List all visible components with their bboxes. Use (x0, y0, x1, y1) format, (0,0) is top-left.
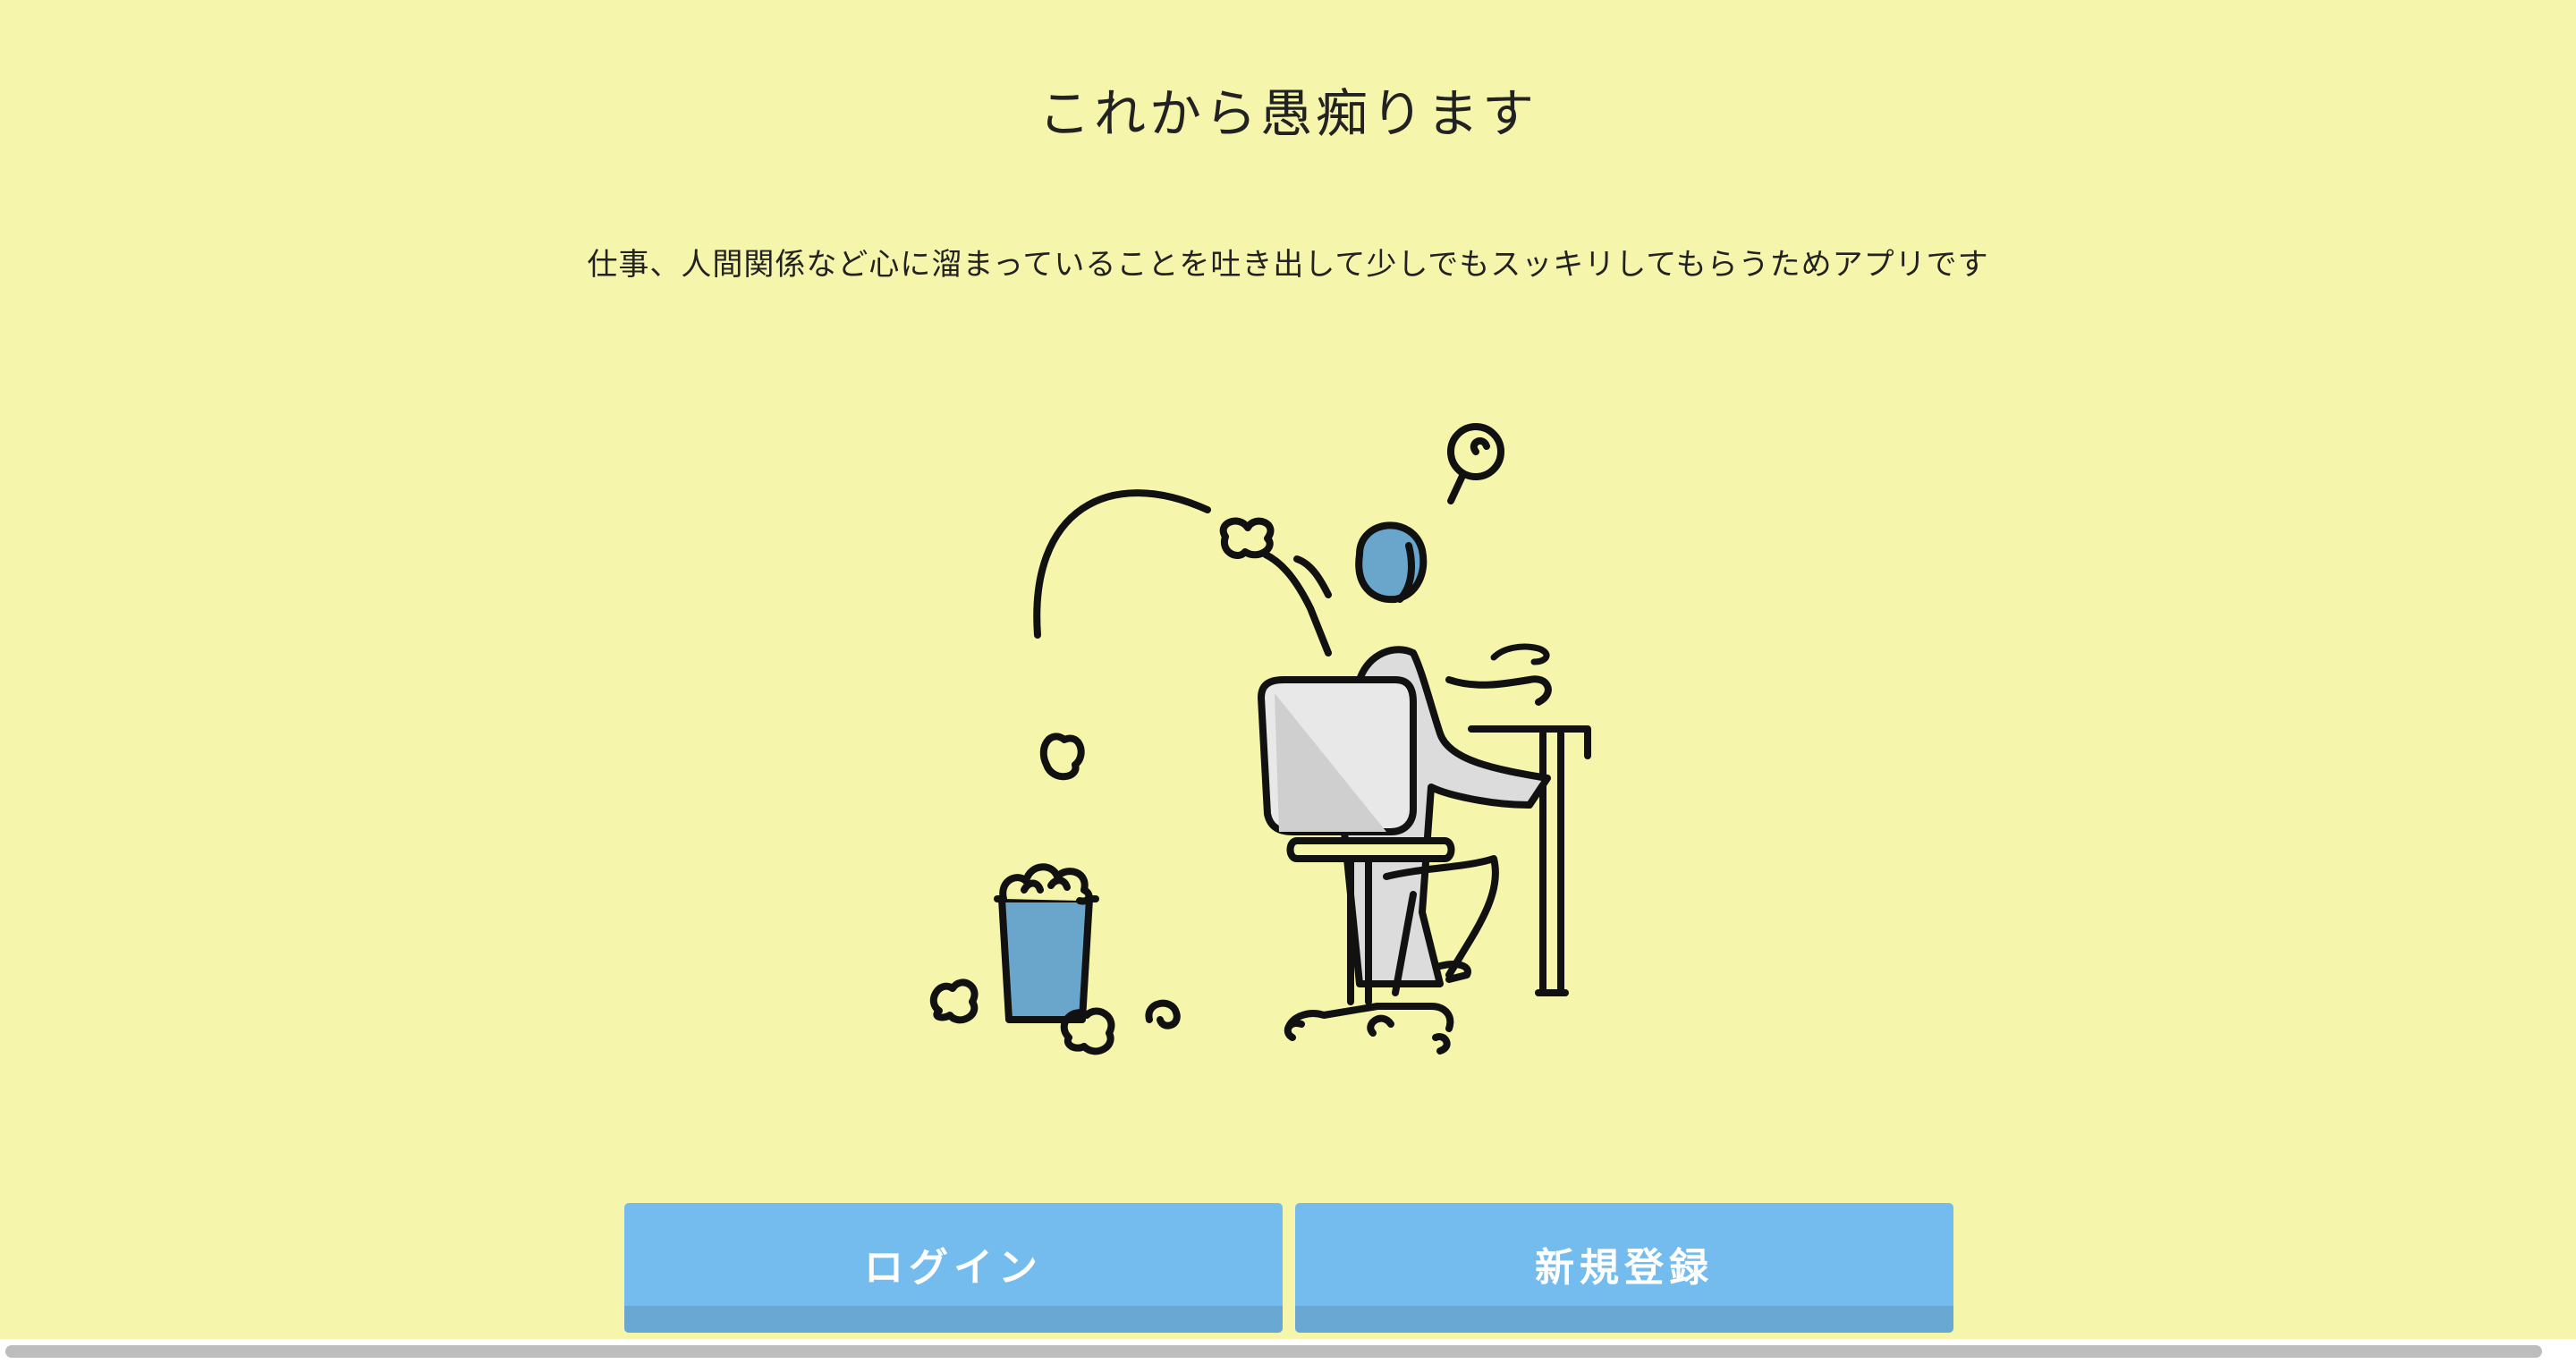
register-button-label: 新規登録 (1535, 1244, 1714, 1291)
app-description: 仕事、人間関係など心に溜まっていることを吐き出して少しでもスッキリしてもらうため… (587, 247, 1989, 283)
falling-paper-icon (1039, 733, 1085, 781)
button-bottom-shade (624, 1306, 1283, 1333)
register-button[interactable]: 新規登録 (1295, 1203, 1953, 1333)
scrollbar-thumb[interactable] (5, 1345, 2542, 1358)
throw-arc (1033, 489, 1211, 639)
landing-page: これから愚痴ります 仕事、人間関係など心に溜まっていることを吐き出して少しでもス… (0, 0, 2576, 1364)
login-button[interactable]: ログイン (624, 1203, 1283, 1333)
paper-ball-icon (929, 979, 979, 1024)
page-title: これから愚痴ります (1038, 83, 1538, 144)
paper-ball-icon (1145, 999, 1181, 1029)
button-bottom-shade (1295, 1306, 1953, 1333)
login-button-label: ログイン (864, 1244, 1043, 1291)
crumpled-paper-icon (1219, 517, 1275, 559)
paper-ball-icon (1060, 1007, 1115, 1055)
trash-can-icon (994, 863, 1099, 1023)
person-throwing-crumpled-paper-into-trash-illustration (929, 423, 1591, 1055)
